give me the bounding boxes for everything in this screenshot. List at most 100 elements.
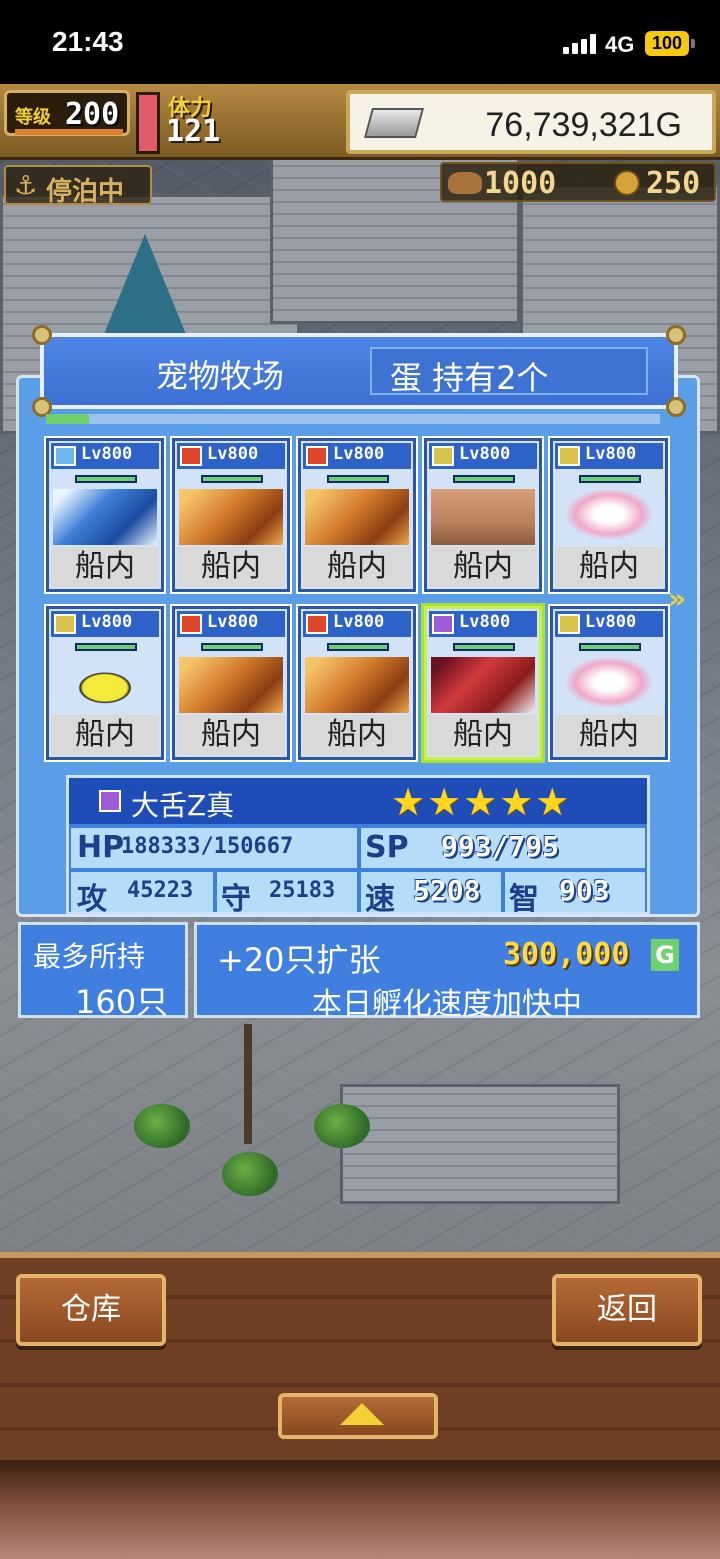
gold-unit-icon: G xyxy=(651,939,679,971)
atk-cell: 攻 45223 xyxy=(71,872,213,917)
panel-header: 宠物牧场 蛋 持有2个 xyxy=(32,325,686,417)
pet-location: 船内 xyxy=(303,547,411,587)
pet-hp-bar xyxy=(453,643,515,651)
pet-hp-bar xyxy=(75,475,137,483)
plaza-wall xyxy=(340,1084,620,1204)
stamina-value: 121 xyxy=(166,114,221,149)
stamina-bar xyxy=(136,92,160,154)
battery-tip xyxy=(691,39,695,48)
panel-title: 宠物牧场 xyxy=(156,357,285,395)
level-icon: 等级 xyxy=(15,107,51,128)
expand-menu-button[interactable] xyxy=(278,1393,438,1439)
red-tongue-monster-sprite xyxy=(431,657,535,713)
pet-level: Lv800 xyxy=(333,444,385,464)
next-page-arrow-icon[interactable]: » xyxy=(668,582,686,615)
panel-progress-bar xyxy=(46,414,660,424)
spd-value: 5208 xyxy=(413,874,481,907)
int-cell: 智 903 xyxy=(505,872,645,917)
pet-card-header: Lv800 xyxy=(51,443,159,469)
resource2-value: 250 xyxy=(646,166,701,201)
pet-location: 船内 xyxy=(555,547,663,587)
pet-card[interactable]: Lv800 船内 xyxy=(44,604,166,762)
pet-card[interactable]: Lv800 船内 xyxy=(421,603,545,763)
pet-card[interactable]: Lv800 船内 xyxy=(548,436,670,594)
warehouse-button[interactable]: 仓库 xyxy=(16,1274,166,1346)
expand-button[interactable]: +20只扩张 300,000 G 本日孵化速度加快中 xyxy=(194,922,700,1022)
fire-element-icon xyxy=(180,446,202,466)
pet-level: Lv800 xyxy=(81,612,133,632)
pet-card-header: Lv800 xyxy=(51,611,159,637)
pet-card-header: Lv800 xyxy=(429,443,537,469)
bush xyxy=(314,1104,370,1148)
rarity-stars: ★★★★★ xyxy=(391,780,572,824)
pet-level: Lv800 xyxy=(207,444,259,464)
gold-display[interactable]: 76,739,321G xyxy=(346,90,716,154)
thunder-element-icon xyxy=(558,446,580,466)
anchor-label: 停泊中 xyxy=(46,177,125,207)
coin-icon xyxy=(614,170,640,196)
pet-card[interactable]: Lv800 船内 xyxy=(422,436,544,594)
bush xyxy=(134,1104,190,1148)
pet-location: 船内 xyxy=(429,715,537,755)
pet-level: Lv800 xyxy=(81,444,133,464)
pet-card[interactable]: Lv800 船内 xyxy=(548,604,670,762)
pet-hp-bar xyxy=(75,643,137,651)
level-badge[interactable]: 等级 200 xyxy=(4,90,130,136)
anchor-icon: ⚓ xyxy=(14,171,38,201)
pet-card-header: Lv800 xyxy=(177,443,285,469)
floor-strip xyxy=(0,1460,720,1559)
bush xyxy=(222,1152,278,1196)
def-label: 守 xyxy=(221,882,251,917)
def-value: 25183 xyxy=(269,878,336,903)
resource-display: 1000 250 xyxy=(440,162,716,202)
pet-card[interactable]: Lv800 船内 xyxy=(170,604,292,762)
pet-location: 船内 xyxy=(555,715,663,755)
capacity-value: 160只 xyxy=(75,983,169,1021)
egg-count-button[interactable]: 蛋 持有2个 xyxy=(370,347,648,397)
pet-name-row: 大舌Z真 ★★★★★ xyxy=(69,778,647,824)
status-bar: 21:43 4G 100 xyxy=(0,0,720,84)
pet-stat-panel: 大舌Z真 ★★★★★ HP 188333/150667 SP 993/795 攻… xyxy=(66,775,650,917)
stone-golem-sprite xyxy=(431,489,535,545)
orange-dragon-sprite xyxy=(305,489,409,545)
atk-label: 攻 xyxy=(77,882,107,917)
pet-card-header: Lv800 xyxy=(555,443,663,469)
panel-progress-fill xyxy=(46,414,89,424)
pet-card[interactable]: Lv800 船内 xyxy=(170,436,292,594)
corner-ornament xyxy=(32,325,52,345)
pet-card-header: Lv800 xyxy=(177,611,285,637)
pet-card-header: Lv800 xyxy=(303,443,411,469)
signal-icon xyxy=(563,34,599,54)
capacity-label: 最多所持 xyxy=(33,940,146,973)
pet-card[interactable]: Lv800 船内 xyxy=(296,604,418,762)
atk-value: 45223 xyxy=(127,878,194,903)
back-button[interactable]: 返回 xyxy=(552,1274,702,1346)
corner-ornament xyxy=(666,397,686,417)
blue-dragon-sprite xyxy=(53,489,157,545)
hp-label: HP xyxy=(77,830,125,865)
pet-hp-bar xyxy=(579,475,641,483)
pet-name: 大舌Z真 xyxy=(131,789,235,822)
network-label: 4G xyxy=(605,32,635,57)
corner-ornament xyxy=(666,325,686,345)
pet-hp-bar xyxy=(453,475,515,483)
dark-element-icon xyxy=(432,614,454,634)
egg-count-label: 蛋 持有2个 xyxy=(390,359,549,397)
food-icon xyxy=(448,172,482,194)
pet-level: Lv800 xyxy=(585,444,637,464)
pet-location: 船内 xyxy=(177,715,285,755)
hatch-status: 本日孵化速度加快中 xyxy=(312,987,582,1022)
dark-element-icon xyxy=(99,790,121,812)
sp-cell: SP 993/795 xyxy=(361,828,645,868)
pet-card-header: Lv800 xyxy=(429,611,537,637)
pet-location: 船内 xyxy=(429,547,537,587)
pet-card[interactable]: Lv800 船内 xyxy=(44,436,166,594)
level-value: 200 xyxy=(65,97,120,132)
def-cell: 守 25183 xyxy=(217,872,357,917)
pet-card[interactable]: Lv800 船内 xyxy=(296,436,418,594)
fire-element-icon xyxy=(306,446,328,466)
anchor-status[interactable]: ⚓ 停泊中 xyxy=(4,165,152,207)
ice-element-icon xyxy=(54,446,76,466)
orange-dragon-sprite xyxy=(305,657,409,713)
silver-bar-icon xyxy=(363,108,425,138)
